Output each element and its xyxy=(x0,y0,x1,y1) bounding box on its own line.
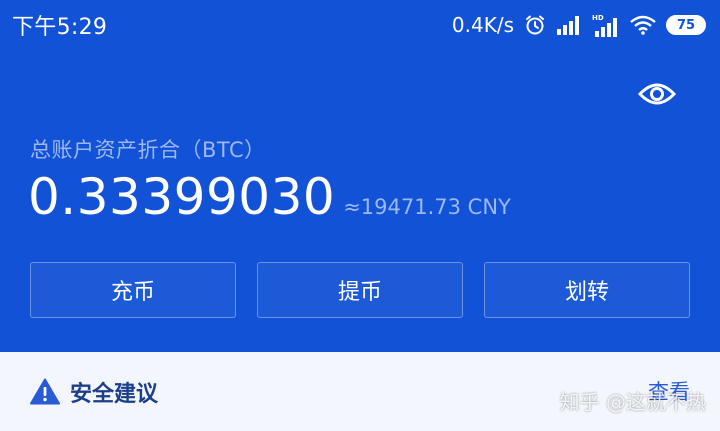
screen: 下午5:29 0.4K/s HD 75 总账户资产折合（BTC） 0.33399… xyxy=(0,0,720,431)
view-advice-link[interactable]: 查看 xyxy=(648,376,690,406)
action-buttons: 充币 提币 划转 xyxy=(30,262,690,318)
status-time: 下午5:29 xyxy=(12,15,108,40)
balance-row: 0.33399030 ≈19471.73 CNY xyxy=(28,168,511,226)
security-advice-bar[interactable]: 安全建议 查看 xyxy=(0,352,720,431)
net-speed: 0.4K/s xyxy=(451,13,514,37)
warning-icon xyxy=(30,378,60,405)
security-advice-label: 安全建议 xyxy=(70,381,159,407)
battery-level: 75 xyxy=(676,17,696,33)
balance-label: 总账户资产折合（BTC） xyxy=(30,138,266,162)
withdraw-button[interactable]: 提币 xyxy=(257,262,463,318)
deposit-button[interactable]: 充币 xyxy=(30,262,236,318)
signal-icon xyxy=(556,15,582,35)
alarm-icon xyxy=(524,14,546,36)
svg-text:HD: HD xyxy=(592,14,604,22)
status-bar: 下午5:29 0.4K/s HD 75 xyxy=(0,0,720,50)
battery-icon: 75 xyxy=(666,15,706,35)
balance-value: 0.33399030 xyxy=(28,168,336,226)
signal-hd-icon: HD xyxy=(592,13,620,37)
transfer-button[interactable]: 划转 xyxy=(484,262,690,318)
status-right: 0.4K/s HD 75 xyxy=(452,13,706,37)
balance-fiat: ≈19471.73 CNY xyxy=(343,195,511,219)
eye-icon[interactable] xyxy=(634,76,680,112)
wifi-icon xyxy=(630,15,656,35)
